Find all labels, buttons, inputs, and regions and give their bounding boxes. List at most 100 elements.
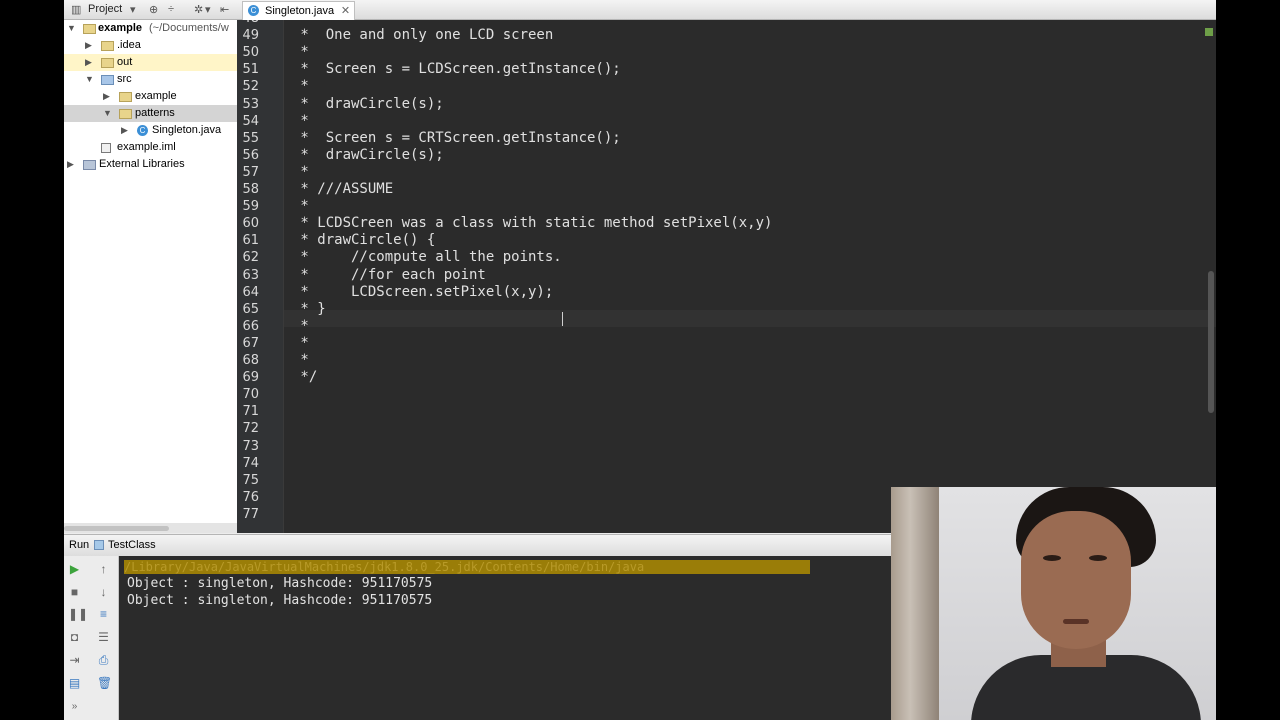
project-tree: ▼ example (~/Documents/w ▶ .idea ▶ out ▼… [64, 20, 237, 523]
code-line: * [292, 20, 308, 26]
line-number: 75 [242, 472, 259, 488]
gear-icon[interactable]: ✲ [194, 3, 203, 16]
console-output-line: Object : singleton, Hashcode: 951170575 [127, 576, 433, 591]
expand-arrow-icon[interactable]: ▼ [67, 20, 76, 37]
code-line: * //compute all the points. [292, 249, 562, 266]
collapsed-arrow-icon[interactable]: ▶ [121, 122, 130, 139]
tree-item-label: example.iml [117, 141, 176, 153]
tree-item-idea[interactable]: ▶ .idea [64, 37, 237, 54]
tree-item-singleton-java[interactable]: ▶ C Singleton.java [64, 122, 237, 139]
soft-wrap-icon[interactable]: ≡ [97, 608, 110, 621]
run-config-tab[interactable]: TestClass [94, 535, 156, 555]
scrollbar-thumb[interactable] [64, 526, 169, 531]
line-number: 62 [242, 250, 259, 266]
source-folder-icon [101, 75, 114, 85]
tree-item-external-libraries[interactable]: ▶ External Libraries [64, 156, 237, 173]
left-letterbox [0, 0, 64, 720]
code-line: * [292, 78, 309, 95]
line-number: 65 [242, 301, 259, 317]
expand-arrow-icon[interactable]: ▼ [85, 71, 94, 88]
trash-icon[interactable]: 🗑 [97, 677, 112, 690]
tree-item-src[interactable]: ▼ src [64, 71, 237, 88]
restore-icon[interactable]: ⇥ [68, 654, 81, 667]
close-icon[interactable]: ✕ [341, 2, 350, 20]
inspection-ok-icon[interactable] [1205, 28, 1213, 36]
tree-item-label: patterns [135, 107, 175, 119]
module-icon [83, 24, 96, 34]
line-number: 70 [242, 387, 259, 403]
tree-item-out[interactable]: ▶ out [64, 54, 237, 71]
project-horizontal-scrollbar[interactable] [64, 523, 237, 533]
tree-item-example-module[interactable]: ▼ example (~/Documents/w [64, 20, 237, 37]
tree-item-label: src [117, 73, 132, 85]
code-editor[interactable]: 48 495051525354555657 58 596061626364656667… [237, 20, 1216, 533]
collapse-icon[interactable]: ÷ [168, 3, 174, 15]
code-line: * LCDSCreen was a class with static meth… [292, 215, 773, 232]
line-number: 77 [242, 506, 259, 522]
code-line: * ///ASSUME [292, 181, 394, 197]
tab-singleton-java[interactable]: C Singleton.java ✕ [242, 1, 356, 20]
presenter-face [1021, 511, 1131, 649]
code-line: * drawCircle(s); [292, 146, 444, 163]
line-number: 63 [242, 267, 259, 283]
code-line: * drawCircle() { [292, 232, 436, 249]
line-number: 50 [242, 45, 259, 61]
line-number: 67 [242, 335, 259, 351]
sync-icon[interactable]: ⊕ [149, 3, 158, 16]
stop-icon[interactable]: ■ [68, 586, 81, 599]
line-number: 48 [237, 20, 259, 26]
line-number: 64 [242, 284, 259, 300]
line-number: 57 [242, 164, 259, 180]
camera-icon[interactable]: ◘ [68, 631, 81, 644]
line-number: 61 [242, 233, 259, 249]
run-panel-title[interactable]: Run [69, 535, 89, 555]
chevron-down-icon[interactable]: ▾ [205, 3, 211, 16]
print-icon[interactable]: ⎙ [97, 654, 110, 667]
scroll-down-icon[interactable]: ↓ [97, 586, 110, 599]
project-panel-title[interactable]: Project [88, 3, 122, 15]
line-number: 71 [242, 404, 259, 420]
tree-item-patterns[interactable]: ▼ patterns [64, 105, 237, 122]
code-line: * [292, 317, 309, 334]
code-line: * [292, 352, 309, 368]
collapsed-arrow-icon[interactable]: ▶ [103, 88, 112, 105]
collapsed-arrow-icon[interactable]: ▶ [67, 156, 76, 173]
tree-item-label: out [117, 56, 133, 68]
line-number: 53 [242, 96, 259, 112]
code-line: * } [292, 300, 326, 317]
scroll-up-icon[interactable]: ↑ [97, 563, 110, 576]
tree-item-example-iml[interactable]: example.iml [64, 139, 237, 156]
collapsed-arrow-icon[interactable]: ▶ [85, 54, 94, 71]
tree-item-label: example [98, 22, 143, 34]
presenter-webcam [891, 487, 1216, 720]
java-class-icon: C [137, 125, 148, 136]
run-config-label: TestClass [108, 539, 156, 551]
project-view-icon[interactable]: ▥ [71, 3, 81, 16]
line-number: 76 [242, 489, 259, 505]
current-line-highlight [284, 310, 1216, 327]
collapsed-arrow-icon[interactable]: ▶ [85, 37, 94, 54]
run-config-icon [94, 540, 104, 550]
run-icon[interactable]: ▶ [68, 563, 81, 576]
editor-vertical-scrollbar[interactable] [1208, 271, 1214, 413]
line-number: 58 [242, 182, 259, 197]
hide-panel-icon[interactable]: ⇤ [220, 3, 229, 16]
code-line: * [292, 334, 309, 351]
package-icon [119, 109, 132, 119]
tree-item-example-package[interactable]: ▶ example [64, 88, 237, 105]
code-line: * [292, 44, 309, 61]
layout-icon[interactable]: ▤ [68, 677, 81, 690]
filter-icon[interactable]: ☰ [97, 631, 110, 644]
code-line: * Screen s = LCDScreen.getInstance(); [292, 61, 621, 78]
expand-arrow-icon[interactable]: ▼ [103, 105, 112, 122]
tree-item-label: Singleton.java [152, 124, 222, 136]
chevron-down-icon[interactable]: ▾ [130, 3, 136, 16]
line-number: 54 [242, 113, 259, 129]
presenter-eye [1043, 555, 1061, 561]
webcam-door [891, 487, 939, 720]
more-icon[interactable]: » [68, 700, 81, 713]
line-number: 66 [242, 318, 259, 334]
pause-icon[interactable]: ❚❚ [68, 608, 88, 621]
line-number: 51 [242, 62, 259, 78]
code-line: * [292, 198, 309, 215]
